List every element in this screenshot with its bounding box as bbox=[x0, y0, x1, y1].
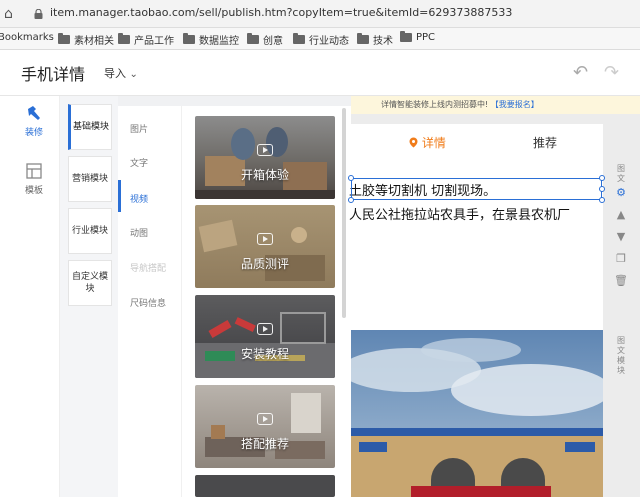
factory-building-image bbox=[351, 330, 603, 497]
resize-handle[interactable] bbox=[348, 197, 354, 203]
bookmarks-bar: Bookmarks 素材相关 产品工作 数据监控 创意 行业动态 技术 PPC bbox=[0, 28, 640, 50]
redo-icon[interactable]: ↷ bbox=[604, 62, 619, 83]
template-label: 品质测评 bbox=[240, 257, 289, 271]
resize-handle[interactable] bbox=[599, 186, 605, 192]
video-play-icon bbox=[257, 323, 273, 335]
video-play-icon bbox=[257, 233, 273, 245]
browser-address-bar: ⌂ item.manager.taobao.com/sell/publish.h… bbox=[0, 0, 640, 28]
copy-icon[interactable]: ❐ bbox=[614, 252, 628, 266]
rail-item-label: 模板 bbox=[24, 186, 43, 196]
tab-detail-label: 详情 bbox=[421, 136, 446, 150]
folder-icon bbox=[118, 33, 130, 44]
rail-item-decorate[interactable]: 装修 bbox=[20, 104, 48, 138]
quality-review-photo bbox=[198, 219, 325, 281]
category-industry[interactable]: 行业模块 bbox=[68, 208, 112, 254]
signup-link[interactable]: 【我要报名】 bbox=[491, 100, 539, 109]
panel-scrollbar[interactable] bbox=[342, 108, 346, 318]
installation-photo bbox=[195, 312, 335, 378]
module-toolbar: 图文 ⚙ ▲ ▼ ❐ 🗑 图文模块 bbox=[606, 156, 634, 456]
subcategory-size-info[interactable]: 尺码信息 bbox=[130, 296, 166, 309]
template-label: 开箱体验 bbox=[240, 168, 289, 182]
bookmark-folder[interactable]: 技术 bbox=[357, 32, 393, 47]
move-down-icon[interactable]: ▼ bbox=[614, 230, 628, 244]
editor-toolbar: 手机详情 导入 ⌄ ↶ ↷ bbox=[0, 50, 640, 96]
gear-icon[interactable]: ⚙ bbox=[614, 186, 628, 200]
rail-item-template[interactable]: 模板 bbox=[20, 162, 48, 196]
folder-icon bbox=[247, 33, 259, 44]
bookmark-folder[interactable]: 数据监控 bbox=[183, 32, 239, 47]
bookmark-folder[interactable]: 素材相关 bbox=[58, 32, 114, 47]
home-icon[interactable]: ⌂ bbox=[4, 6, 20, 22]
video-template-card[interactable]: 安装教程 bbox=[195, 295, 335, 378]
template-label: 安装教程 bbox=[240, 347, 289, 361]
preview-tabs: 详情 推荐 bbox=[351, 124, 603, 160]
bookmark-folder[interactable]: PPC bbox=[400, 31, 435, 43]
folder-icon bbox=[400, 31, 412, 42]
notice-text-group: 详情智能装修上线内测招募中! 【我要报名】 bbox=[381, 96, 539, 114]
category-basic[interactable]: 基础模块 bbox=[68, 104, 112, 150]
active-indicator bbox=[118, 180, 121, 212]
subcategory-video[interactable]: 视频 bbox=[130, 192, 148, 205]
factory-photo[interactable] bbox=[351, 330, 603, 497]
video-template-card-partial[interactable] bbox=[195, 475, 335, 497]
notice-bar: 详情智能装修上线内测招募中! 【我要报名】 bbox=[351, 96, 640, 114]
video-play-icon bbox=[257, 144, 273, 156]
folder-icon bbox=[58, 33, 70, 44]
resize-handle[interactable] bbox=[599, 197, 605, 203]
import-dropdown[interactable]: 导入 ⌄ bbox=[104, 65, 138, 81]
left-rail: 装修 模板 bbox=[0, 96, 60, 497]
hammer-icon bbox=[28, 106, 40, 120]
video-template-card[interactable]: 搭配推荐 bbox=[195, 385, 335, 468]
video-template-card[interactable]: 开箱体验 bbox=[195, 116, 335, 199]
resize-handle[interactable] bbox=[348, 175, 354, 181]
text-module-line-2[interactable]: 人民公社拖拉站农具手，在景县农机厂 bbox=[349, 204, 570, 223]
subcategory-image[interactable]: 图片 bbox=[130, 122, 148, 135]
rail-item-label: 装修 bbox=[24, 128, 43, 138]
template-label: 搭配推荐 bbox=[240, 437, 289, 451]
category-custom[interactable]: 自定义模块 bbox=[68, 260, 112, 306]
video-play-icon bbox=[257, 413, 273, 425]
tab-recommend[interactable]: 推荐 bbox=[533, 134, 557, 151]
url-text[interactable]: item.manager.taobao.com/sell/publish.htm… bbox=[50, 6, 512, 19]
location-pin-icon bbox=[409, 137, 418, 148]
bookmark-folder[interactable]: 行业动态 bbox=[293, 32, 349, 47]
module-name-label: 图文模块 bbox=[617, 336, 625, 375]
page-title: 手机详情 bbox=[21, 65, 86, 84]
notice-text: 详情智能装修上线内测招募中! bbox=[381, 100, 489, 109]
subcategory-gif[interactable]: 动图 bbox=[130, 226, 148, 239]
video-template-card[interactable]: 品质测评 bbox=[195, 205, 335, 288]
folder-icon bbox=[293, 33, 305, 44]
delete-icon[interactable]: 🗑 bbox=[614, 274, 628, 288]
lock-icon bbox=[34, 9, 43, 19]
unboxing-photo bbox=[195, 127, 335, 199]
folder-icon bbox=[357, 33, 369, 44]
import-label: 导入 bbox=[104, 67, 126, 80]
tab-detail[interactable]: 详情 bbox=[409, 134, 446, 151]
video-template-panel: 开箱体验 品质测评 安装教程 搭配推荐 bbox=[182, 106, 351, 497]
selected-module-outline[interactable] bbox=[348, 175, 605, 203]
subcategory-text[interactable]: 文字 bbox=[130, 156, 148, 169]
subcategory-navigation: 导航搭配 bbox=[130, 264, 167, 274]
resize-handle[interactable] bbox=[599, 175, 605, 181]
module-category-list: 基础模块 营销模块 行业模块 自定义模块 bbox=[60, 96, 118, 497]
bookmark-folder[interactable]: 创意 bbox=[247, 32, 283, 47]
matching-photo bbox=[205, 393, 325, 459]
chevron-down-icon: ⌄ bbox=[129, 69, 138, 80]
move-up-icon[interactable]: ▲ bbox=[614, 208, 628, 222]
module-type-label: 图文 bbox=[617, 164, 625, 183]
category-marketing[interactable]: 营销模块 bbox=[68, 156, 112, 202]
module-subcategory-list: 图片 文字 视频 动图 导航搭配 尺码信息 bbox=[118, 106, 182, 497]
bookmark-folder[interactable]: 产品工作 bbox=[118, 32, 174, 47]
template-icon bbox=[26, 163, 42, 179]
bookmarks-label[interactable]: Bookmarks bbox=[0, 32, 54, 43]
undo-icon[interactable]: ↶ bbox=[573, 62, 588, 83]
folder-icon bbox=[183, 33, 195, 44]
